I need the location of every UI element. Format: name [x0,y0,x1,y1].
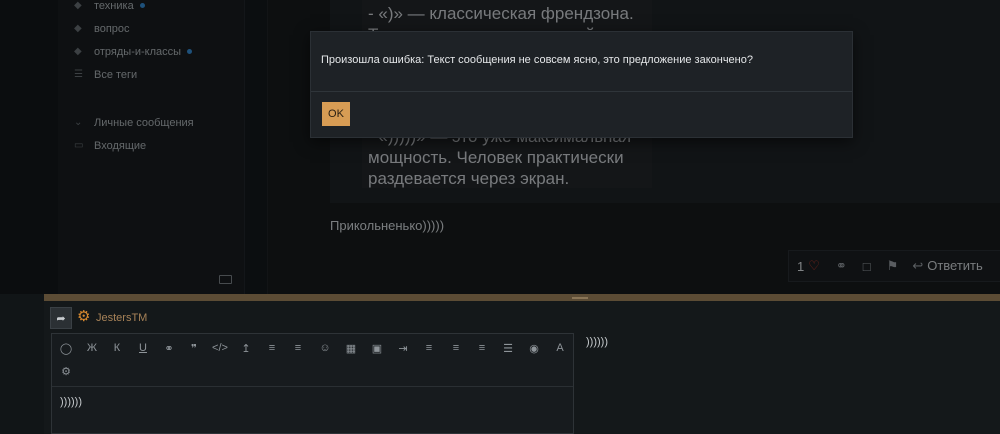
bullet-list-icon[interactable]: ≡ [264,342,280,354]
quote-icon[interactable]: ❞ [186,342,202,355]
ok-button[interactable]: OK [322,102,350,126]
link-icon[interactable]: ⚭ [161,342,177,355]
username[interactable]: JestersTM [96,312,147,324]
editor-toolbar: ◯ Ж К U ⚭ ❞ </> ↥ ≡ ≡ ☺ ▦ ▣ ⇥ ≡ ≡ ≡ ☰ ◉ … [52,334,573,387]
gear-avatar-icon: ⚙ [77,308,91,325]
editor-content[interactable]: )))))) [60,396,82,408]
code-icon[interactable]: </> [212,342,228,354]
error-dialog: Произошла ошибка: Текст сообщения не сов… [310,31,853,138]
speech-bubble-icon[interactable]: ◯ [58,342,74,355]
align-right-icon[interactable]: ≡ [474,342,490,354]
bold-icon[interactable]: Ж [84,342,100,354]
underline-icon[interactable]: U [135,342,151,354]
italic-icon[interactable]: К [109,342,125,354]
font-icon[interactable]: A [552,342,568,354]
smiley-icon[interactable]: ☺ [317,342,333,354]
resize-handle[interactable] [572,297,588,299]
dialog-divider [311,91,852,92]
gear-icon[interactable]: ⚙ [58,365,74,378]
indent-icon[interactable]: ⇥ [395,342,411,355]
resize-bar[interactable] [44,294,1000,301]
upload-icon[interactable]: ↥ [238,342,254,355]
editor-box: ◯ Ж К U ⚭ ❞ </> ↥ ≡ ≡ ☺ ▦ ▣ ⇥ ≡ ≡ ≡ ☰ ◉ … [51,333,574,434]
align-left-icon[interactable]: ≡ [421,342,437,354]
editor-preview: )))))) [586,336,608,348]
share-arrow-icon: ➦ [56,312,66,325]
table-icon[interactable]: ▦ [343,342,359,355]
error-message: Произошла ошибка: Текст сообщения не сов… [321,54,753,66]
numbered-list-icon[interactable]: ≡ [290,342,306,354]
align-center-icon[interactable]: ≡ [448,342,464,354]
justify-icon[interactable]: ☰ [500,342,516,355]
share-button[interactable]: ➦ [50,307,72,329]
image-icon[interactable]: ▣ [369,342,385,355]
palette-icon[interactable]: ◉ [526,342,542,355]
